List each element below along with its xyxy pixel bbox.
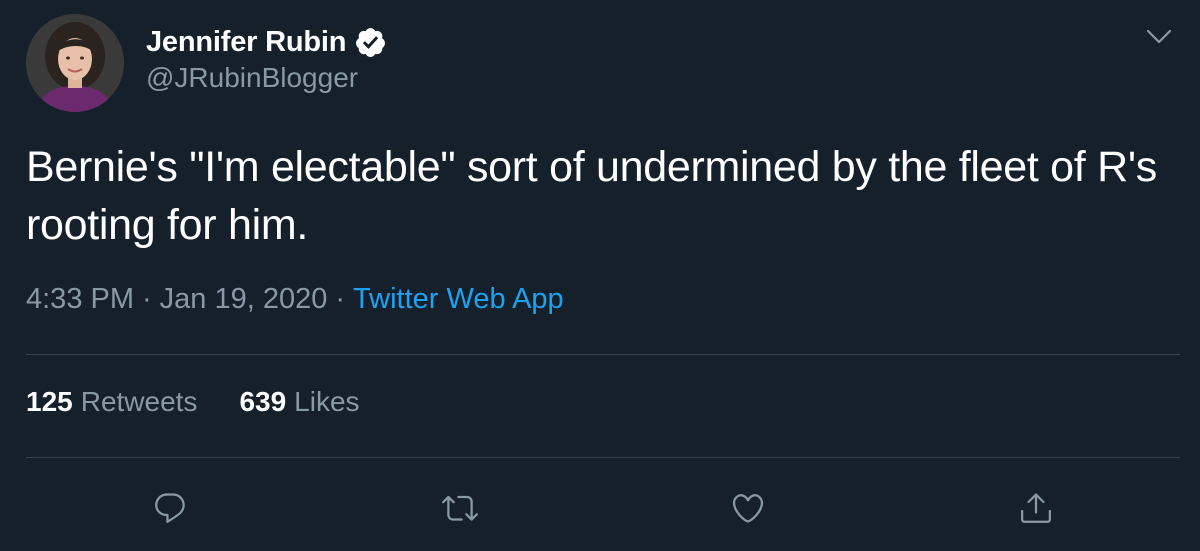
avatar[interactable] [26,14,124,112]
action-bar [0,486,1200,530]
likes-label: Likes [294,386,360,417]
meta-separator: · [335,283,346,315]
retweet-icon [442,495,478,521]
heart-icon [732,494,764,523]
tweet-meta: 4:33 PM · Jan 19, 2020 · Twitter Web App [26,283,564,316]
meta-separator: · [142,283,152,315]
author-name-row: Jennifer Rubin [146,22,387,62]
divider [26,354,1180,355]
share-icon [1021,493,1051,523]
retweets-stat[interactable]: 125 Retweets [26,386,197,418]
share-button[interactable] [1014,486,1058,530]
retweets-count: 125 [26,386,73,417]
tweet-stats: 125 Retweets 639 Likes [26,386,360,418]
tweet-date[interactable]: Jan 19, 2020 [160,283,328,315]
tweet-text: Bernie's "I'm electable" sort of undermi… [26,143,1157,249]
tweet-card: Jennifer Rubin @JRubinBlogger Bernie's "… [0,0,1200,551]
reply-button[interactable] [148,486,192,530]
retweet-button[interactable] [438,486,482,530]
tweet-time[interactable]: 4:33 PM [26,283,134,315]
tweet-source-link[interactable]: Twitter Web App [353,283,564,315]
divider [26,457,1180,458]
chevron-down-icon[interactable] [1142,22,1176,52]
reply-icon [155,493,185,523]
likes-count: 639 [239,386,287,417]
retweets-label: Retweets [80,386,198,417]
author-display-name[interactable]: Jennifer Rubin [146,26,346,59]
likes-stat[interactable]: 639 Likes [239,386,359,418]
author-handle[interactable]: @JRubinBlogger [146,62,358,94]
like-button[interactable] [726,486,770,530]
verified-badge-icon [354,26,387,59]
